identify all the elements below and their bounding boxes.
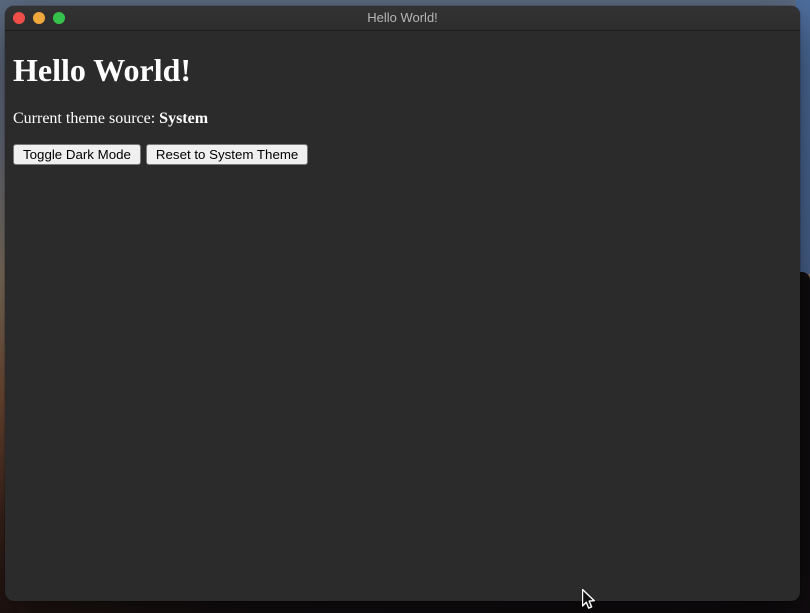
close-button-icon[interactable] (13, 12, 25, 24)
page-content: Hello World! Current theme source: Syste… (5, 52, 800, 165)
app-window: Hello World! Hello World! Current theme … (5, 6, 800, 601)
theme-status: Current theme source: System (13, 110, 792, 128)
theme-status-value: System (159, 110, 208, 127)
zoom-button-icon[interactable] (53, 12, 65, 24)
titlebar[interactable]: Hello World! (5, 6, 800, 31)
theme-status-label: Current theme source: (13, 110, 159, 127)
screen: Hello World! Hello World! Current theme … (0, 0, 810, 613)
window-controls (13, 12, 65, 24)
toggle-dark-mode-button[interactable]: Toggle Dark Mode (13, 144, 141, 165)
button-row: Toggle Dark ModeReset to System Theme (13, 144, 792, 165)
window-title: Hello World! (367, 6, 438, 30)
page-title: Hello World! (13, 52, 792, 89)
minimize-button-icon[interactable] (33, 12, 45, 24)
reset-system-theme-button[interactable]: Reset to System Theme (146, 144, 308, 165)
